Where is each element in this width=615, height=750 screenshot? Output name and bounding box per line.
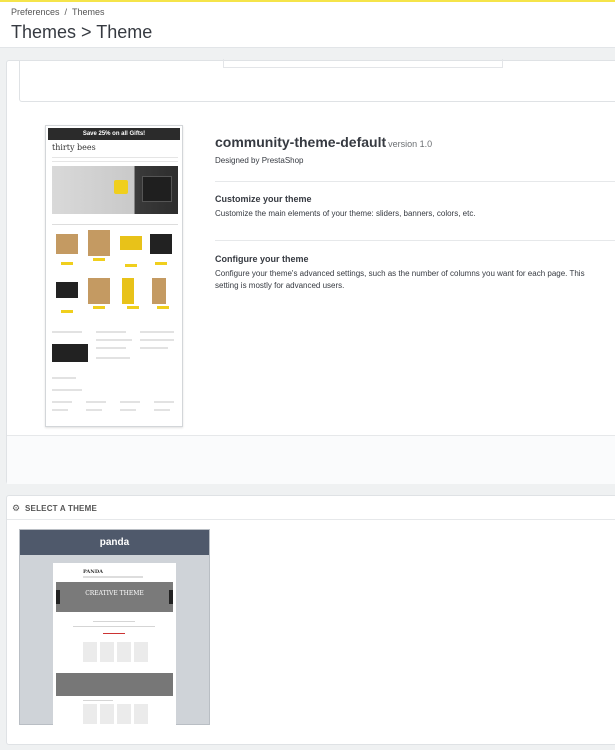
preview-line [93, 621, 135, 622]
preview-nav [83, 576, 143, 578]
thumbnail-promo-banner: Save 25% on all Gifts! [48, 128, 180, 140]
preview-product-box [117, 704, 131, 724]
breadcrumb: Preferences / Themes [11, 7, 105, 17]
theme-card-title: panda [20, 530, 209, 555]
page-header: Preferences / Themes Themes > Theme [0, 0, 615, 48]
theme-card-panda[interactable]: panda PANDA CREATIVE THEME [19, 529, 210, 726]
preview-hero-text: CREATIVE THEME [85, 590, 144, 597]
thumbnail-box-image [142, 176, 172, 202]
gears-icon: ⚙ [12, 503, 21, 513]
customize-theme-link[interactable]: Customize your theme [215, 194, 312, 204]
select-theme-panel: ⚙ SELECT A THEME panda PANDA CREATIVE TH… [6, 495, 615, 745]
theme-info: community-theme-default version 1.0 Desig… [215, 134, 615, 165]
breadcrumb-themes[interactable]: Themes [72, 7, 105, 17]
thumbnail-mug-image [114, 180, 128, 194]
preview-line [83, 700, 113, 701]
section-divider [215, 181, 615, 182]
preview-arrow-right [169, 590, 173, 604]
preview-product-box [100, 704, 114, 724]
theme-card-preview: PANDA CREATIVE THEME [53, 563, 176, 726]
select-theme-heading: ⚙ SELECT A THEME [7, 496, 615, 520]
select-theme-heading-text: SELECT A THEME [25, 504, 97, 513]
current-theme-panel-footer [7, 435, 615, 484]
thumbnail-nav-bar [52, 157, 178, 162]
breadcrumb-preferences[interactable]: Preferences [11, 7, 60, 17]
configure-theme-link[interactable]: Configure your theme [215, 254, 309, 264]
theme-name-text: community-theme-default [215, 134, 387, 150]
configure-theme-description: Configure your theme's advanced settings… [215, 269, 585, 290]
preview-product-box [134, 642, 148, 662]
preview-product-box [134, 704, 148, 724]
thumbnail-product-tabs [52, 222, 178, 225]
thumbnail-footer [52, 331, 178, 421]
thumbnail-hero-image [52, 166, 178, 214]
current-theme-thumbnail: Save 25% on all Gifts! thirty bees [45, 125, 183, 427]
breadcrumb-separator: / [64, 7, 68, 17]
section-divider [215, 240, 615, 241]
preview-line [73, 626, 155, 627]
thumbnail-product [120, 236, 142, 267]
preview-product-box [117, 642, 131, 662]
preview-product-box [83, 642, 97, 662]
theme-name: community-theme-default version 1.0 [215, 134, 615, 150]
preview-brand: PANDA [83, 569, 104, 575]
customize-theme-description: Customize the main elements of your them… [215, 209, 476, 218]
preview-hero: CREATIVE THEME [56, 582, 173, 612]
page-title: Themes > Theme [11, 22, 153, 42]
thumbnail-product [56, 282, 78, 313]
theme-version: version 1.0 [388, 139, 433, 149]
theme-designer: Designed by PrestaShop [215, 156, 304, 165]
thumbnail-product [150, 234, 172, 265]
preview-product-box [83, 704, 97, 724]
thumbnail-product [152, 278, 169, 309]
theme-options-box [19, 59, 615, 102]
thumbnail-product [56, 234, 78, 265]
preview-banner-band [56, 673, 173, 696]
thumbnail-product [122, 278, 139, 309]
preview-line [103, 633, 125, 634]
thumbnail-product [88, 230, 110, 261]
thumbnail-product [88, 278, 110, 309]
thumbnail-brand-logo: thirty bees [52, 143, 96, 152]
theme-options-field [223, 59, 503, 68]
preview-product-box [100, 642, 114, 662]
